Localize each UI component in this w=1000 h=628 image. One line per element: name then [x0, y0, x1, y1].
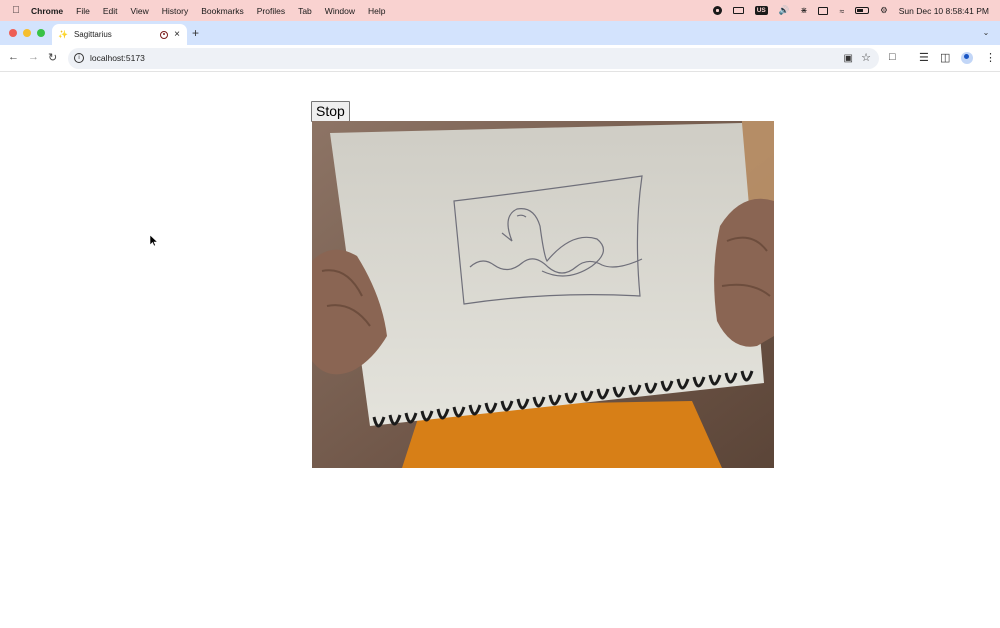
volume-icon[interactable]: 🔊 — [779, 5, 790, 16]
address-bar[interactable]: i localhost:5173 ▣ ☆ — [68, 48, 879, 69]
media-controls-icon[interactable]: ☰ — [919, 51, 929, 64]
camera-in-use-icon[interactable]: ▣ — [844, 53, 853, 64]
menu-window[interactable]: Window — [325, 6, 355, 16]
menu-view[interactable]: View — [130, 6, 148, 16]
extensions-puzzle-icon[interactable]: □ — [889, 51, 896, 63]
forward-arrow-icon[interactable]: → — [28, 51, 39, 63]
reload-icon[interactable]: ↻ — [48, 51, 57, 64]
tab-strip: ✨ Sagittarius × + ⌄ — [0, 21, 1000, 45]
menu-history[interactable]: History — [162, 6, 188, 16]
close-window-button[interactable] — [9, 29, 17, 37]
keyboard-icon[interactable] — [732, 7, 744, 14]
webcam-frame-image — [312, 121, 774, 468]
mouse-cursor-icon — [150, 235, 158, 247]
sparkle-favicon-icon: ✨ — [58, 30, 68, 39]
back-arrow-icon[interactable]: ← — [8, 51, 19, 63]
tab-search-chevron-icon[interactable]: ⌄ — [979, 26, 993, 40]
bookmark-star-icon[interactable]: ☆ — [861, 51, 871, 64]
menu-bookmarks[interactable]: Bookmarks — [201, 6, 244, 16]
minimize-window-button[interactable] — [23, 29, 31, 37]
more-menu-icon[interactable]: ⋮ — [985, 51, 996, 64]
new-tab-button[interactable]: + — [192, 26, 199, 40]
menubar-clock[interactable]: Sun Dec 10 8:58:41 PM — [899, 6, 989, 16]
menu-bar:  Chrome File Edit View History Bookmark… — [0, 0, 1000, 21]
menu-help[interactable]: Help — [368, 6, 385, 16]
stop-button[interactable]: Stop — [311, 101, 350, 122]
control-center-icon[interactable]: ⚙ — [880, 5, 888, 16]
apple-menu-icon[interactable]:  — [9, 5, 23, 16]
display-icon[interactable] — [818, 6, 829, 15]
site-info-icon[interactable]: i — [74, 53, 84, 63]
side-panel-icon[interactable]: ◫ — [940, 51, 950, 64]
url-text[interactable]: localhost:5173 — [90, 53, 145, 63]
webcam-video — [312, 121, 774, 468]
screen-record-icon[interactable] — [712, 6, 722, 15]
bluetooth-icon[interactable]: ⋇ — [800, 5, 807, 16]
menu-tab[interactable]: Tab — [298, 6, 312, 16]
menu-app-chrome[interactable]: Chrome — [31, 6, 63, 16]
input-source-badge[interactable]: US — [754, 6, 768, 15]
page-content: Stop — [0, 72, 1000, 628]
menu-profiles[interactable]: Profiles — [257, 6, 285, 16]
zoom-window-button[interactable] — [37, 29, 45, 37]
menu-edit[interactable]: Edit — [103, 6, 118, 16]
battery-icon[interactable] — [855, 7, 870, 14]
menu-file[interactable]: File — [76, 6, 90, 16]
profile-avatar-icon[interactable] — [961, 52, 973, 64]
recording-indicator-icon — [160, 30, 169, 39]
tab-title: Sagittarius — [73, 30, 112, 39]
tab-close-icon[interactable]: × — [174, 29, 180, 40]
browser-toolbar: ← → ↻ i localhost:5173 ▣ ☆ □ ☰ ◫ ⋮ — [0, 45, 1000, 72]
wifi-icon[interactable]: ≈ — [839, 6, 844, 16]
tab-sagittarius[interactable]: ✨ Sagittarius × — [52, 24, 187, 45]
